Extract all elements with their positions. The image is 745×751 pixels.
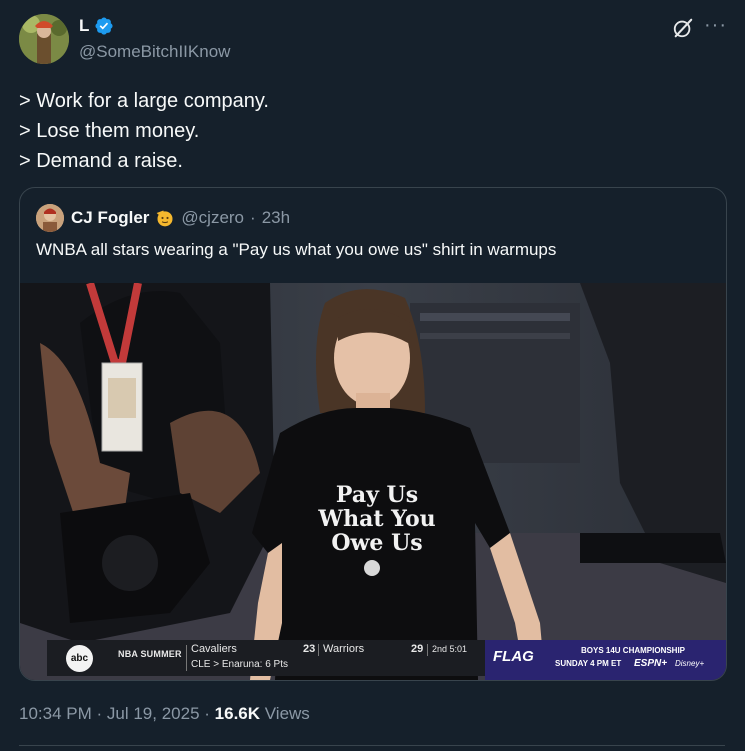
tweet-line: > Lose them money. bbox=[19, 120, 200, 142]
author-name[interactable]: L bbox=[79, 16, 89, 36]
promo-line2: SUNDAY 4 PM ET bbox=[555, 659, 622, 668]
shirt-line: Owe Us bbox=[331, 530, 423, 556]
scorebar-team1: Cavaliers bbox=[191, 643, 237, 655]
divider bbox=[19, 745, 725, 746]
tweet-text: > Work for a large company. > Lose them … bbox=[19, 86, 269, 176]
saluting-face-icon bbox=[157, 210, 173, 227]
more-icon[interactable]: ··· bbox=[704, 14, 727, 37]
scorebar-league: NBA SUMMER bbox=[118, 649, 182, 659]
scorebar-score2: 29 bbox=[411, 643, 424, 655]
promo-line1: BOYS 14U CHAMPIONSHIP bbox=[581, 646, 686, 655]
quoted-tweet-card[interactable]: CJ Fogler @cjzero · 23h WNBA all stars w… bbox=[19, 187, 727, 681]
quote-author-avatar[interactable] bbox=[36, 204, 64, 232]
grok-icon[interactable] bbox=[672, 17, 694, 39]
author-handle[interactable]: @SomeBitchIIKnow bbox=[79, 42, 230, 62]
scorebar-team2: Warriors bbox=[323, 643, 365, 655]
espn-plus-logo: ESPN+ bbox=[634, 658, 668, 669]
quote-text: WNBA all stars wearing a "Pay us what yo… bbox=[36, 240, 557, 259]
shirt-graphic: Pay Us What You Owe Us bbox=[282, 483, 472, 555]
scorebar-divider bbox=[427, 644, 428, 656]
abc-logo-icon: abc bbox=[66, 645, 93, 672]
tv-scorebar: abc NBA SUMMER Cavaliers 23 Warriors 29 … bbox=[47, 640, 485, 676]
views-label: Views bbox=[264, 704, 310, 723]
tweet-line: > Demand a raise. bbox=[19, 150, 183, 172]
tv-promo-banner: FLAG BOYS 14U CHAMPIONSHIP SUNDAY 4 PM E… bbox=[485, 640, 726, 680]
scorebar-divider bbox=[186, 645, 187, 671]
views-count: 16.6K bbox=[214, 704, 261, 723]
shirt-line: Pay Us bbox=[335, 482, 419, 508]
quote-timestamp[interactable]: 23h bbox=[262, 208, 290, 228]
separator-dot: · bbox=[250, 208, 256, 227]
quote-media-image[interactable]: Pay Us What You Owe Us abc NBA SUMMER Ca… bbox=[20, 283, 726, 680]
scorebar-score1: 23 bbox=[303, 643, 316, 655]
scorebar-subline: CLE > Enaruna: 6 Pts bbox=[191, 659, 289, 670]
author-avatar[interactable] bbox=[19, 14, 69, 64]
shirt-line: What You bbox=[318, 506, 436, 532]
meta-dot: · bbox=[204, 704, 215, 723]
tweet-time[interactable]: 10:34 PM bbox=[19, 704, 92, 723]
tweet-line: > Work for a large company. bbox=[19, 90, 269, 112]
tweet-date[interactable]: Jul 19, 2025 bbox=[107, 704, 200, 723]
verified-badge-icon bbox=[95, 17, 113, 35]
quote-author-handle[interactable]: @cjzero bbox=[181, 208, 244, 228]
tweet-meta: 10:34 PM · Jul 19, 2025 · 16.6K Views bbox=[19, 704, 310, 724]
quote-author-name[interactable]: CJ Fogler bbox=[71, 208, 149, 228]
quote-author-row[interactable]: CJ Fogler @cjzero · 23h bbox=[71, 208, 290, 228]
meta-dot: · bbox=[96, 704, 107, 723]
scorebar-divider bbox=[318, 644, 319, 656]
scorebar-clock: 2nd 5:01 bbox=[432, 644, 468, 654]
flag-logo: FLAG bbox=[493, 648, 534, 665]
disney-plus-logo: Disney+ bbox=[675, 659, 705, 668]
author-name-row[interactable]: L bbox=[79, 16, 114, 36]
